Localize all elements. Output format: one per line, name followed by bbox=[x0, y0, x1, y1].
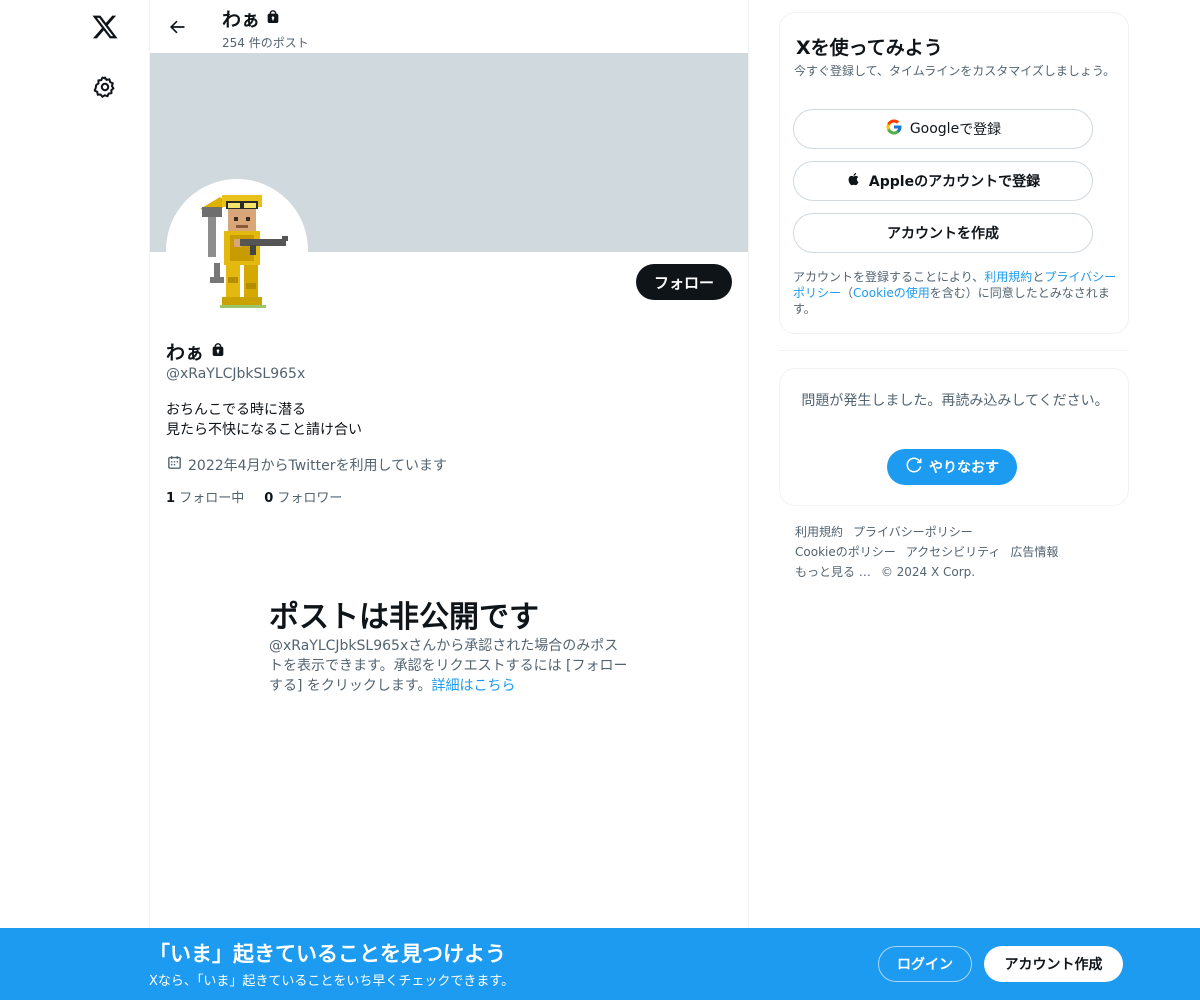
signup-subtitle: 今すぐ登録して、タイムラインをカスタマイズしましょう。 bbox=[794, 64, 1116, 78]
profile-header: わぁ 254 件のポスト bbox=[150, 0, 748, 53]
google-g-icon bbox=[885, 118, 903, 140]
signup-title: Xを使ってみよう bbox=[796, 37, 943, 59]
create-account-button[interactable]: アカウントを作成 bbox=[793, 213, 1093, 253]
bottom-bar-title: 「いま」起きていることを見つけよう bbox=[149, 942, 506, 966]
bottom-signup-bar: 「いま」起きていることを見つけよう Xなら、「いま」起きていることをいち早くチェ… bbox=[0, 928, 1200, 1000]
footer-link-more[interactable]: もっと見る … bbox=[795, 562, 871, 582]
join-date-text: 2022年4月からTwitterを利用しています bbox=[188, 457, 448, 474]
terms-text: （ bbox=[841, 286, 854, 300]
copyright: © 2024 X Corp. bbox=[880, 565, 976, 579]
profile-bio: おちんこでる時に潜る 見たら不快になること請け合い bbox=[166, 400, 362, 440]
bottom-bar-subtitle: Xなら、「いま」起きていることをいち早くチェックできます。 bbox=[149, 974, 515, 989]
apple-signup-button[interactable]: Appleのアカウントで登録 bbox=[793, 161, 1093, 201]
cookie-link[interactable]: Cookieの使用 bbox=[853, 286, 930, 300]
followers-count: 0 bbox=[264, 491, 274, 506]
profile-column: わぁ 254 件のポスト フォロー わぁ @xRaYLCJbkSL965x おち… bbox=[149, 0, 749, 1000]
follow-button[interactable]: フォロー bbox=[635, 264, 732, 300]
signup-button[interactable]: アカウント作成 bbox=[984, 946, 1123, 982]
gear-icon[interactable] bbox=[90, 72, 120, 102]
footer-link-ads[interactable]: 広告情報 bbox=[1010, 542, 1058, 562]
retry-button[interactable]: やりなおす bbox=[887, 449, 1017, 485]
signup-terms: アカウントを登録することにより、利用規約とプライバシーポリシー（Cookieの使… bbox=[793, 269, 1123, 317]
x-logo-icon[interactable] bbox=[88, 10, 122, 44]
followers-label: フォロワー bbox=[277, 491, 343, 506]
left-nav bbox=[0, 0, 150, 1000]
signup-card: Xを使ってみよう 今すぐ登録して、タイムラインをカスタマイズしましょう。 Goo… bbox=[779, 12, 1129, 334]
pixel-character-avatar bbox=[200, 195, 288, 308]
terms-text: と bbox=[1032, 270, 1045, 284]
refresh-icon bbox=[905, 456, 923, 478]
calendar-icon bbox=[166, 454, 183, 475]
profile-handle: @xRaYLCJbkSL965x bbox=[166, 366, 306, 382]
profile-name-text: わぁ bbox=[166, 342, 205, 364]
header-name-text: わぁ bbox=[222, 9, 261, 31]
terms-link[interactable]: 利用規約 bbox=[984, 270, 1032, 284]
following-count: 1 bbox=[166, 491, 176, 506]
retry-label: やりなおす bbox=[929, 460, 999, 476]
arrow-left-icon[interactable] bbox=[162, 12, 192, 42]
terms-text: アカウントを登録することにより、 bbox=[793, 270, 985, 284]
footer-links: 利用規約 プライバシーポリシー Cookieのポリシー アクセシビリティ 広告情報 も… bbox=[795, 522, 1125, 582]
divider bbox=[779, 350, 1129, 351]
lock-icon bbox=[210, 341, 226, 363]
apple-signup-label: Appleのアカウントで登録 bbox=[868, 174, 1041, 190]
following-link[interactable]: 1 フォロー中 bbox=[166, 487, 244, 506]
error-card: 問題が発生しました。再読み込みしてください。 やりなおす bbox=[779, 368, 1129, 506]
learn-more-link[interactable]: 詳細はこちら bbox=[432, 678, 516, 694]
private-notice-title: ポストは非公開です bbox=[269, 600, 539, 635]
profile-name: わぁ bbox=[166, 338, 226, 365]
error-message: 問題が発生しました。再読み込みしてください。 bbox=[801, 393, 1109, 409]
footer-link-privacy[interactable]: プライバシーポリシー bbox=[853, 522, 973, 542]
login-button[interactable]: ログイン bbox=[878, 946, 972, 982]
apple-logo-icon bbox=[846, 170, 862, 192]
bio-line: おちんこでる時に潜る bbox=[166, 402, 306, 418]
footer-link-cookie[interactable]: Cookieのポリシー bbox=[795, 542, 896, 562]
bio-line: 見たら不快になること請け合い bbox=[166, 422, 362, 438]
footer-link-accessibility[interactable]: アクセシビリティ bbox=[906, 542, 1001, 562]
google-signup-name: Google bbox=[909, 121, 960, 137]
google-signup-suffix: で登録 bbox=[959, 122, 1002, 138]
lock-icon bbox=[265, 8, 281, 30]
private-notice-desc: @xRaYLCJbkSL965xさんから承認された場合のみポストを表示できます。… bbox=[269, 636, 629, 696]
google-signup-button[interactable]: Google で登録 bbox=[793, 109, 1093, 149]
post-count: 254 件のポスト bbox=[222, 36, 309, 50]
join-date: 2022年4月からTwitterを利用しています bbox=[166, 454, 447, 475]
follow-stats: 1 フォロー中 0 フォロワー bbox=[166, 487, 342, 506]
avatar[interactable] bbox=[166, 179, 308, 321]
followers-link[interactable]: 0 フォロワー bbox=[264, 487, 342, 506]
footer-link-terms[interactable]: 利用規約 bbox=[795, 522, 843, 542]
header-name: わぁ bbox=[222, 5, 281, 32]
following-label: フォロー中 bbox=[179, 491, 245, 506]
